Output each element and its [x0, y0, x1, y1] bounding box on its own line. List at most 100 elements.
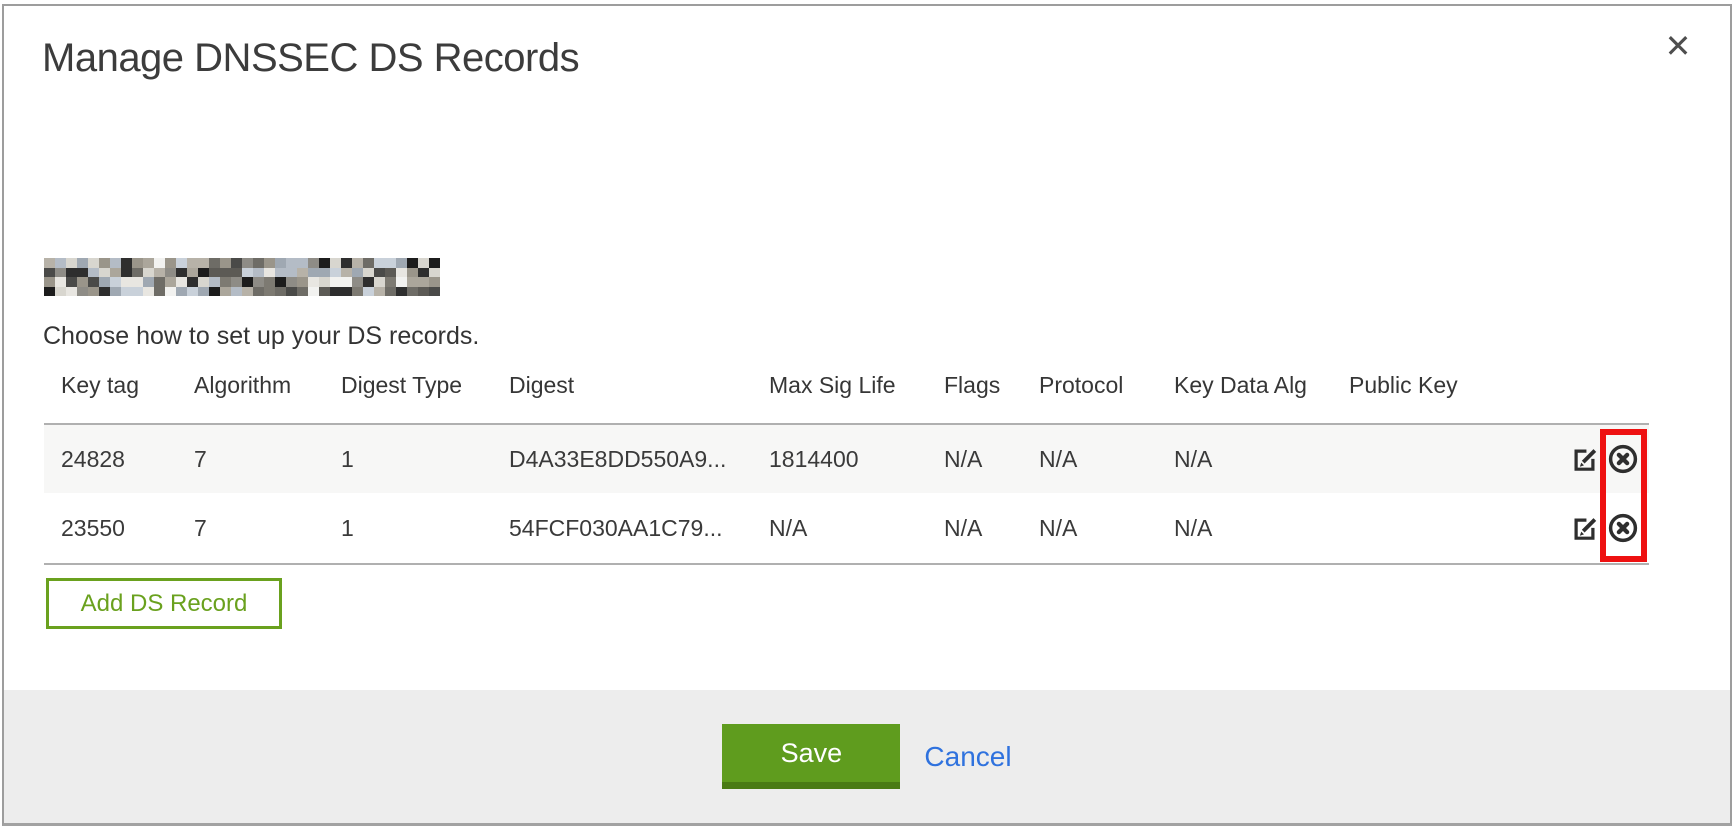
redaction-pixel — [198, 268, 209, 278]
redaction-pixel — [66, 287, 77, 297]
redaction-pixel — [220, 258, 231, 268]
delete-icon[interactable] — [1607, 512, 1639, 544]
redaction-pixel — [264, 258, 275, 268]
redaction-pixel — [121, 287, 132, 297]
redaction-pixel — [396, 287, 407, 297]
redaction-pixel — [231, 258, 242, 268]
redaction-pixel — [165, 258, 176, 268]
redaction-pixel — [44, 277, 55, 287]
redaction-pixel — [341, 277, 352, 287]
close-icon[interactable]: ✕ — [1656, 24, 1700, 68]
redaction-pixel — [308, 287, 319, 297]
table-row: 24828 7 1 D4A33E8DD550A9... 1814400 N/A … — [44, 424, 1649, 493]
redaction-pixel — [110, 268, 121, 278]
cell-digest-type: 1 — [324, 424, 492, 493]
redaction-pixel — [275, 258, 286, 268]
redaction-pixel — [341, 258, 352, 268]
redaction-pixel — [154, 268, 165, 278]
cell-max-sig-life: 1814400 — [752, 424, 927, 493]
redaction-pixel — [110, 258, 121, 268]
redaction-pixel — [44, 258, 55, 268]
redaction-pixel — [297, 287, 308, 297]
redaction-pixel — [253, 258, 264, 268]
cell-flags: N/A — [927, 424, 1022, 493]
edit-icon[interactable] — [1568, 443, 1600, 475]
redaction-pixel — [253, 268, 264, 278]
cancel-link[interactable]: Cancel — [924, 741, 1011, 773]
redaction-pixel — [286, 287, 297, 297]
instruction-text: Choose how to set up your DS records. — [43, 322, 479, 351]
redaction-pixel — [286, 277, 297, 287]
redaction-pixel — [330, 258, 341, 268]
save-button[interactable]: Save — [722, 724, 900, 789]
redaction-pixel — [374, 287, 385, 297]
col-header-digest-type: Digest Type — [324, 366, 492, 424]
col-header-key-data-alg: Key Data Alg — [1157, 366, 1332, 424]
table-header-row: Key tag Algorithm Digest Type Digest Max… — [44, 366, 1649, 424]
redaction-pixel — [330, 277, 341, 287]
redaction-pixel — [132, 258, 143, 268]
cell-actions — [1492, 424, 1649, 493]
redaction-pixel — [154, 277, 165, 287]
redacted-domain-text — [44, 258, 440, 296]
redaction-pixel — [341, 287, 352, 297]
redaction-pixel — [275, 277, 286, 287]
redaction-pixel — [308, 258, 319, 268]
cell-protocol: N/A — [1022, 424, 1157, 493]
redaction-pixel — [132, 268, 143, 278]
redaction-pixel — [319, 258, 330, 268]
col-header-digest: Digest — [492, 366, 752, 424]
cell-key-tag: 24828 — [44, 424, 177, 493]
redaction-pixel — [242, 268, 253, 278]
redaction-pixel — [429, 287, 440, 297]
redaction-pixel — [242, 287, 253, 297]
redaction-pixel — [110, 277, 121, 287]
redaction-pixel — [374, 268, 385, 278]
redaction-pixel — [44, 268, 55, 278]
redaction-pixel — [66, 258, 77, 268]
cell-public-key — [1332, 424, 1492, 493]
redaction-pixel — [418, 287, 429, 297]
cell-actions — [1492, 493, 1649, 564]
col-header-key-tag: Key tag — [44, 366, 177, 424]
redaction-pixel — [297, 258, 308, 268]
redaction-pixel — [165, 277, 176, 287]
cell-key-tag: 23550 — [44, 493, 177, 564]
redaction-pixel — [176, 268, 187, 278]
redaction-pixel — [297, 277, 308, 287]
redaction-pixel — [154, 287, 165, 297]
cell-digest-type: 1 — [324, 493, 492, 564]
ds-records-table: Key tag Algorithm Digest Type Digest Max… — [44, 366, 1649, 565]
add-ds-record-button[interactable]: Add DS Record — [46, 578, 282, 629]
redaction-pixel — [121, 277, 132, 287]
redaction-pixel — [88, 287, 99, 297]
col-header-public-key: Public Key — [1332, 366, 1492, 424]
redaction-pixel — [209, 277, 220, 287]
redaction-pixel — [143, 277, 154, 287]
redaction-pixel — [143, 268, 154, 278]
redaction-pixel — [363, 287, 374, 297]
redaction-pixel — [363, 258, 374, 268]
redaction-pixel — [352, 277, 363, 287]
edit-icon[interactable] — [1568, 512, 1600, 544]
redaction-pixel — [154, 258, 165, 268]
redaction-pixel — [407, 268, 418, 278]
col-header-flags: Flags — [927, 366, 1022, 424]
redaction-pixel — [374, 277, 385, 287]
col-header-protocol: Protocol — [1022, 366, 1157, 424]
delete-icon[interactable] — [1607, 443, 1639, 475]
redaction-pixel — [264, 277, 275, 287]
redaction-pixel — [121, 268, 132, 278]
redaction-pixel — [275, 268, 286, 278]
redaction-pixel — [77, 268, 88, 278]
redaction-pixel — [286, 258, 297, 268]
redaction-pixel — [220, 277, 231, 287]
redaction-pixel — [66, 277, 77, 287]
redaction-pixel — [187, 287, 198, 297]
redaction-pixel — [198, 277, 209, 287]
redaction-pixel — [231, 287, 242, 297]
redaction-pixel — [88, 277, 99, 287]
redaction-pixel — [143, 287, 154, 297]
redaction-pixel — [231, 268, 242, 278]
redaction-pixel — [209, 268, 220, 278]
